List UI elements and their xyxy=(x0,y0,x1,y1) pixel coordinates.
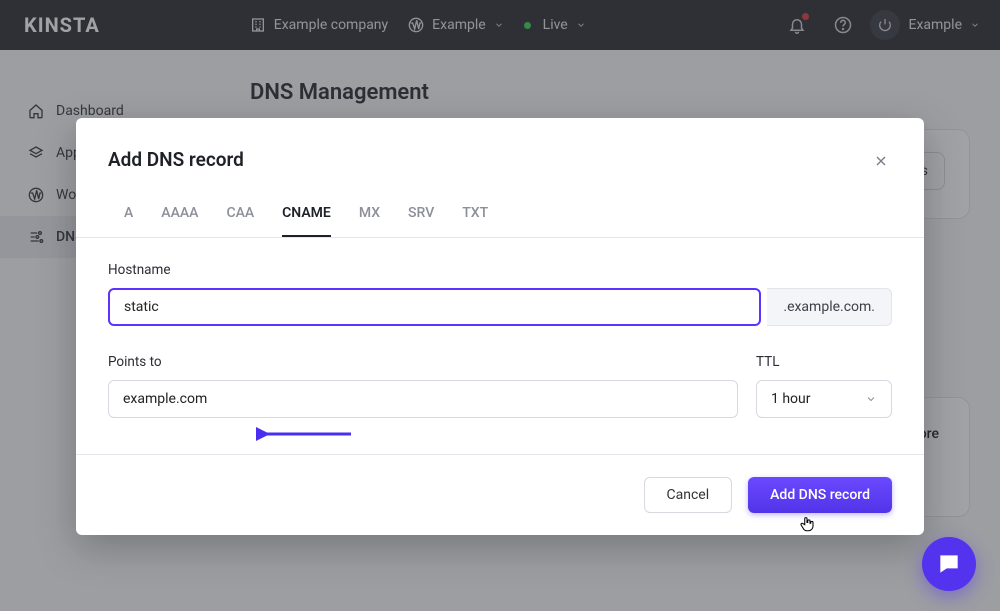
tab-aaaa[interactable]: AAAA xyxy=(161,199,198,237)
tab-mx[interactable]: MX xyxy=(359,199,380,237)
chat-widget[interactable] xyxy=(922,537,976,591)
hostname-input[interactable] xyxy=(108,288,761,326)
annotation-arrow-icon xyxy=(256,424,356,444)
tab-txt[interactable]: TXT xyxy=(462,199,488,237)
close-icon xyxy=(873,153,889,169)
chevron-down-icon xyxy=(865,393,877,405)
points-to-label: Points to xyxy=(108,354,738,370)
hostname-label: Hostname xyxy=(108,262,892,278)
points-to-input[interactable] xyxy=(108,380,738,418)
hostname-suffix: .example.com. xyxy=(767,288,892,326)
modal-title: Add DNS record xyxy=(108,148,892,171)
tab-cname[interactable]: CNAME xyxy=(282,199,331,237)
cancel-button[interactable]: Cancel xyxy=(644,477,733,513)
tab-srv[interactable]: SRV xyxy=(408,199,434,237)
ttl-value: 1 hour xyxy=(771,391,811,407)
modal-close-button[interactable] xyxy=(866,146,896,176)
add-dns-record-button[interactable]: Add DNS record xyxy=(748,477,892,513)
tab-a[interactable]: A xyxy=(124,199,133,237)
tab-caa[interactable]: CAA xyxy=(226,199,254,237)
ttl-select[interactable]: 1 hour xyxy=(756,380,892,418)
ttl-label: TTL xyxy=(756,354,892,370)
chat-icon xyxy=(936,551,962,577)
add-dns-record-modal: Add DNS record A AAAA CAA CNAME MX SRV T… xyxy=(76,118,924,535)
modal-overlay[interactable]: Add DNS record A AAAA CAA CNAME MX SRV T… xyxy=(0,0,1000,611)
record-type-tabs: A AAAA CAA CNAME MX SRV TXT xyxy=(76,199,924,238)
cursor-hand-icon xyxy=(798,515,816,533)
